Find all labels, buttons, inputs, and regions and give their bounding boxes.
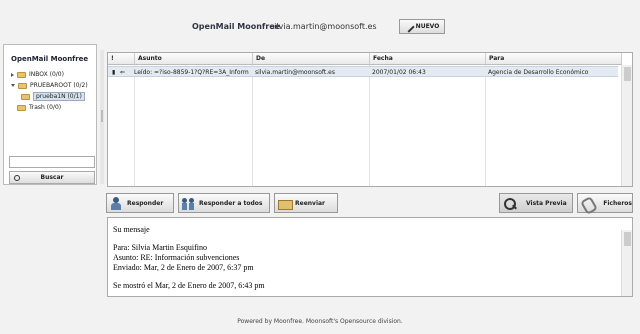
reply-icon bbox=[110, 196, 123, 210]
folder-panel: OpenMail Moonfree INBOX (0/0) PRUEBAROOT… bbox=[3, 44, 97, 185]
search-button[interactable]: Buscar bbox=[9, 171, 95, 184]
folder-label: PRUEBAROOT (0/2) bbox=[30, 82, 88, 89]
message-list: ! Asunto De Fecha Para ▮ ⇐ Leído: =?iso-… bbox=[107, 52, 633, 187]
preview-scrollbar[interactable] bbox=[621, 230, 632, 296]
preview-line: Se mostró el Mar, 2 de Enero de 2007, 6:… bbox=[113, 281, 265, 290]
folder-icon bbox=[17, 71, 26, 78]
preview-toggle-button[interactable]: Vista Previa bbox=[499, 193, 573, 213]
files-label: Ficheros bbox=[603, 199, 632, 207]
reply-arrow-icon: ⇐ bbox=[120, 69, 126, 76]
folder-tree: INBOX (0/0) PRUEBAROOT (0/2) prueba1N (0… bbox=[11, 69, 97, 113]
folder-label: Trash (0/0) bbox=[29, 104, 62, 111]
folder-icon bbox=[17, 104, 26, 111]
message-from: silvia.martin@moonsoft.es bbox=[255, 69, 335, 76]
message-to: Agencia de Desarrollo Económico bbox=[488, 69, 589, 76]
collapse-arrow-icon[interactable] bbox=[11, 84, 15, 87]
forward-button[interactable]: Reenviar bbox=[274, 193, 338, 213]
magnifier-icon bbox=[503, 197, 516, 210]
column-divider bbox=[253, 65, 370, 186]
reply-all-icon bbox=[182, 197, 195, 210]
paperclip-icon bbox=[581, 197, 593, 210]
preview-label: Vista Previa bbox=[526, 199, 567, 207]
top-bar: OpenMail Moonfree silvia.martin@moonsoft… bbox=[0, 0, 640, 40]
folder-icon bbox=[18, 82, 27, 89]
app-name: OpenMail Moonfree bbox=[192, 22, 281, 31]
new-message-button[interactable]: NUEVO bbox=[399, 19, 445, 34]
folder-icon bbox=[21, 93, 30, 100]
preview-line: Asunto: RE: Información subvenciones bbox=[113, 253, 240, 262]
preview-line: Enviado: Mar, 2 de Enero de 2007, 6:37 p… bbox=[113, 263, 254, 272]
attachment-icon: ▮ bbox=[112, 69, 116, 76]
column-divider bbox=[135, 65, 253, 186]
column-header-to[interactable]: Para bbox=[486, 53, 622, 65]
folder-prueba1n[interactable]: prueba1N (0/1) bbox=[11, 91, 97, 102]
folder-inbox[interactable]: INBOX (0/0) bbox=[11, 69, 97, 80]
search-input[interactable] bbox=[9, 156, 95, 168]
message-row[interactable]: ▮ ⇐ Leído: =?iso-8859-1?Q?RE=3A_Inform s… bbox=[108, 66, 618, 77]
message-preview: Su mensaje Para: Silvia Martin Esquifino… bbox=[107, 217, 633, 297]
scrollbar-thumb[interactable] bbox=[624, 67, 631, 81]
message-date: 2007/01/02 06:43 bbox=[372, 69, 426, 76]
new-message-label: NUEVO bbox=[415, 23, 440, 30]
user-email: silvia.martin@moonsoft.es bbox=[270, 22, 377, 31]
message-list-scrollbar[interactable] bbox=[621, 65, 632, 186]
expand-arrow-icon[interactable] bbox=[11, 72, 14, 77]
search-button-label: Buscar bbox=[40, 174, 64, 181]
pencil-icon bbox=[403, 20, 415, 33]
column-header-flag[interactable]: ! bbox=[108, 53, 135, 65]
folder-label: prueba1N (0/1) bbox=[33, 92, 85, 101]
column-divider bbox=[370, 65, 486, 186]
forward-icon bbox=[278, 197, 293, 210]
reply-button[interactable]: Responder bbox=[106, 193, 174, 213]
folder-panel-title: OpenMail Moonfree bbox=[11, 55, 89, 63]
footer-text: Powered by Moonfree. Moonsoft's Opensour… bbox=[237, 318, 403, 325]
preview-line: Para: Silvia Martin Esquifino bbox=[113, 243, 207, 252]
message-toolbar: Responder Responder a todos Reenviar Vis… bbox=[104, 193, 635, 213]
column-divider bbox=[108, 65, 135, 186]
files-button[interactable]: Ficheros bbox=[577, 193, 633, 213]
message-subject: Leído: =?iso-8859-1?Q?RE=3A_Inform bbox=[134, 69, 249, 76]
panel-splitter[interactable] bbox=[100, 50, 104, 184]
column-header-from[interactable]: De bbox=[253, 53, 370, 65]
reply-label: Responder bbox=[127, 199, 164, 207]
preview-body: Su mensaje Para: Silvia Martin Esquifino… bbox=[113, 225, 618, 291]
preview-line: Su mensaje bbox=[113, 225, 150, 234]
reply-all-label: Responder a todos bbox=[199, 199, 263, 207]
splitter-grip[interactable] bbox=[101, 110, 103, 122]
scrollbar-thumb[interactable] bbox=[624, 232, 631, 246]
column-header-subject[interactable]: Asunto bbox=[135, 53, 253, 65]
folder-label: INBOX (0/0) bbox=[29, 71, 64, 78]
search-icon bbox=[14, 175, 20, 181]
forward-label: Reenviar bbox=[295, 199, 326, 207]
column-header-date[interactable]: Fecha bbox=[370, 53, 486, 65]
folder-pruebaroot[interactable]: PRUEBAROOT (0/2) bbox=[11, 80, 97, 91]
reply-all-button[interactable]: Responder a todos bbox=[178, 193, 270, 213]
folder-trash[interactable]: Trash (0/0) bbox=[11, 102, 97, 113]
